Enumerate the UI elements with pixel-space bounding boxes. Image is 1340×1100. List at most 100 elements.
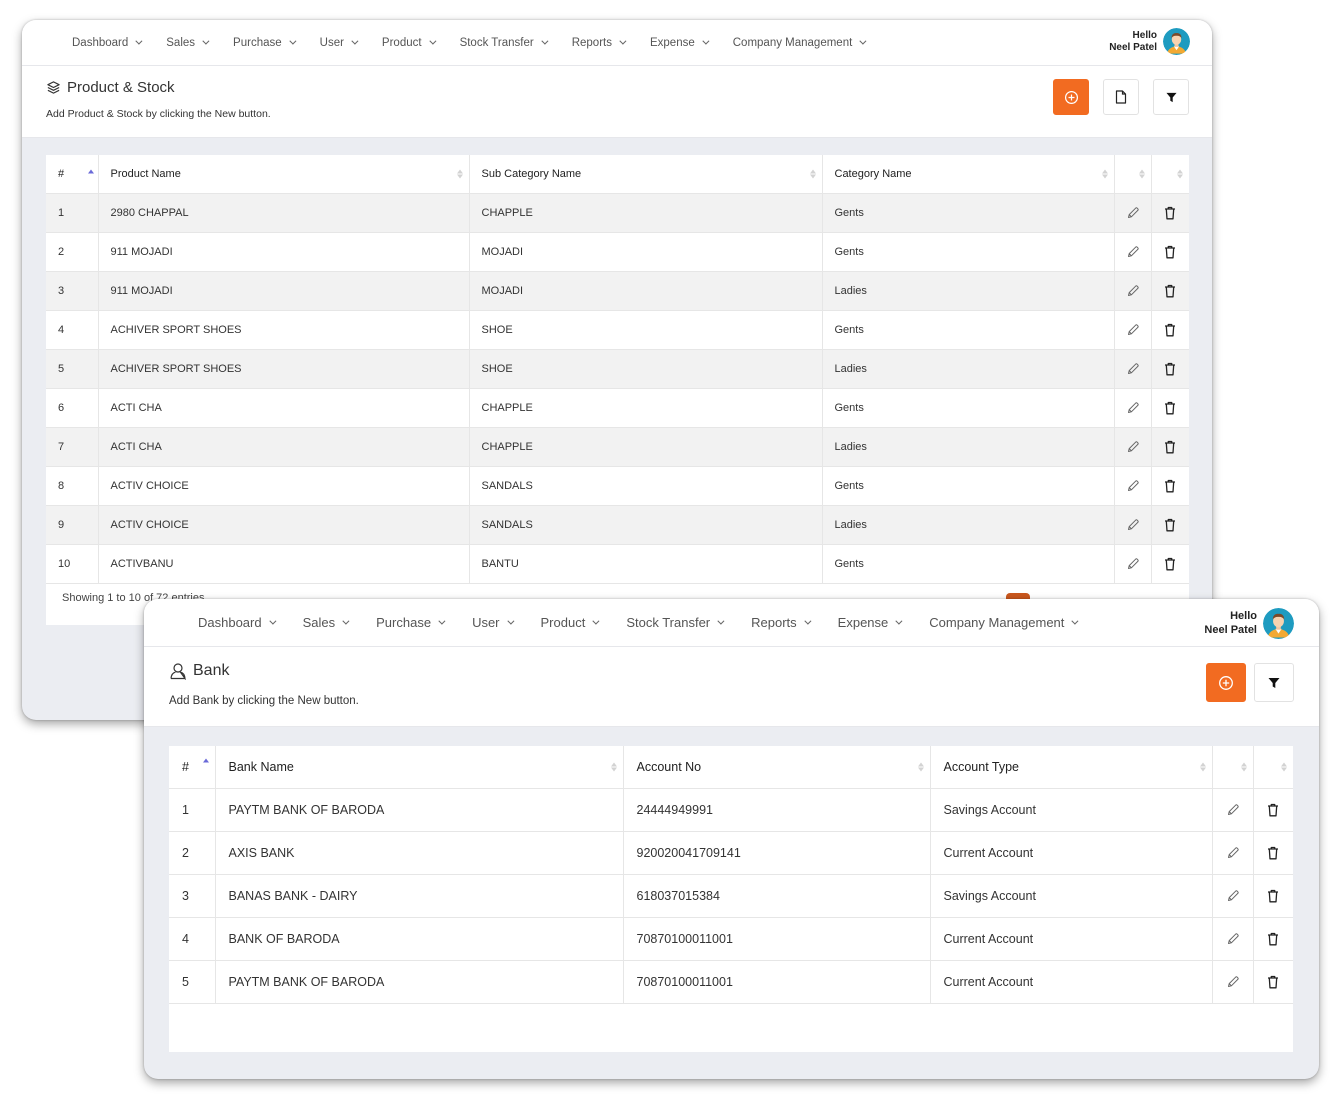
edit-pencil-icon[interactable] bbox=[1126, 440, 1140, 454]
cell-no: 7 bbox=[46, 427, 99, 467]
sort-icon[interactable] bbox=[1281, 762, 1287, 772]
delete-trash-icon[interactable] bbox=[1267, 803, 1279, 817]
cell-category: Ladies bbox=[822, 505, 1115, 545]
column-label: # bbox=[182, 759, 189, 774]
sort-icon[interactable] bbox=[1138, 169, 1145, 179]
cell-product: ACTIVBANU bbox=[98, 544, 470, 584]
nav-reports[interactable]: Reports bbox=[751, 615, 812, 630]
nav-expense[interactable]: Expense bbox=[838, 615, 903, 630]
delete-cell bbox=[1151, 232, 1189, 272]
edit-pencil-icon[interactable] bbox=[1126, 518, 1140, 532]
sort-icon[interactable] bbox=[1199, 762, 1206, 772]
cell-bank: PAYTM BANK OF BARODA bbox=[215, 960, 624, 1004]
delete-trash-icon[interactable] bbox=[1267, 846, 1279, 860]
user-menu[interactable]: Hello Neel Patel bbox=[1204, 608, 1294, 639]
column-header-number[interactable]: # bbox=[46, 155, 99, 194]
column-header-number[interactable]: # bbox=[169, 746, 216, 789]
nav-product[interactable]: Product bbox=[382, 37, 437, 49]
delete-trash-icon[interactable] bbox=[1164, 245, 1176, 259]
nav-label: Purchase bbox=[376, 615, 432, 630]
column-header-edit[interactable] bbox=[1212, 746, 1254, 789]
edit-cell bbox=[1212, 788, 1254, 832]
chevron-down-icon bbox=[717, 617, 725, 625]
column-header-sub-category[interactable]: Sub Category Name bbox=[469, 155, 823, 194]
cell-account-no: 70870100011001 bbox=[623, 960, 931, 1004]
column-header-product-name[interactable]: Product Name bbox=[98, 155, 470, 194]
column-header-category[interactable]: Category Name bbox=[822, 155, 1115, 194]
sort-icon[interactable] bbox=[917, 762, 924, 772]
new-button[interactable] bbox=[1053, 79, 1089, 115]
delete-trash-icon[interactable] bbox=[1164, 401, 1176, 415]
edit-pencil-icon[interactable] bbox=[1226, 803, 1240, 817]
edit-pencil-icon[interactable] bbox=[1226, 846, 1240, 860]
edit-pencil-icon[interactable] bbox=[1126, 362, 1140, 376]
new-button[interactable] bbox=[1206, 663, 1246, 702]
sort-asc-icon[interactable] bbox=[202, 758, 209, 767]
avatar[interactable] bbox=[1163, 28, 1190, 55]
column-header-bank-name[interactable]: Bank Name bbox=[215, 746, 624, 789]
edit-cell bbox=[1114, 388, 1152, 428]
column-header-delete[interactable] bbox=[1253, 746, 1293, 789]
cell-no: 4 bbox=[46, 310, 99, 350]
avatar[interactable] bbox=[1263, 608, 1294, 639]
cell-bank: BANAS BANK - DAIRY bbox=[215, 874, 624, 918]
delete-trash-icon[interactable] bbox=[1164, 323, 1176, 337]
sort-icon[interactable] bbox=[1240, 762, 1247, 772]
delete-trash-icon[interactable] bbox=[1164, 518, 1176, 532]
sort-icon[interactable] bbox=[456, 169, 463, 179]
nav-company-management[interactable]: Company Management bbox=[733, 37, 867, 49]
user-menu[interactable]: Hello Neel Patel bbox=[1109, 28, 1190, 55]
nav-sales[interactable]: Sales bbox=[166, 37, 210, 49]
filter-button[interactable] bbox=[1153, 79, 1189, 115]
edit-pencil-icon[interactable] bbox=[1126, 206, 1140, 220]
chevron-down-icon bbox=[895, 617, 903, 625]
filter-button[interactable] bbox=[1254, 663, 1294, 702]
nav-dashboard[interactable]: Dashboard bbox=[72, 37, 143, 49]
column-header-account-type[interactable]: Account Type bbox=[930, 746, 1213, 789]
sort-asc-icon[interactable] bbox=[87, 169, 94, 178]
nav-stock-transfer[interactable]: Stock Transfer bbox=[626, 615, 725, 630]
edit-pencil-icon[interactable] bbox=[1126, 284, 1140, 298]
column-header-account-no[interactable]: Account No bbox=[623, 746, 931, 789]
edit-pencil-icon[interactable] bbox=[1226, 975, 1240, 989]
nav-dashboard[interactable]: Dashboard bbox=[198, 615, 277, 630]
nav-company-management[interactable]: Company Management bbox=[929, 615, 1079, 630]
delete-trash-icon[interactable] bbox=[1164, 362, 1176, 376]
column-header-edit[interactable] bbox=[1114, 155, 1152, 194]
edit-pencil-icon[interactable] bbox=[1226, 889, 1240, 903]
table-row: 1 PAYTM BANK OF BARODA 24444949991 Savings … bbox=[169, 788, 1293, 832]
sort-icon[interactable] bbox=[1101, 169, 1108, 179]
edit-pencil-icon[interactable] bbox=[1126, 479, 1140, 493]
delete-trash-icon[interactable] bbox=[1164, 284, 1176, 298]
sort-icon[interactable] bbox=[610, 762, 617, 772]
delete-trash-icon[interactable] bbox=[1267, 932, 1279, 946]
nav-reports[interactable]: Reports bbox=[572, 37, 627, 49]
edit-pencil-icon[interactable] bbox=[1126, 401, 1140, 415]
nav-product[interactable]: Product bbox=[541, 615, 600, 630]
column-label: Category Name bbox=[834, 167, 912, 180]
delete-trash-icon[interactable] bbox=[1267, 975, 1279, 989]
sort-icon[interactable] bbox=[809, 169, 816, 179]
edit-pencil-icon[interactable] bbox=[1126, 557, 1140, 571]
nav-expense[interactable]: Expense bbox=[650, 37, 710, 49]
cell-bank: PAYTM BANK OF BARODA bbox=[215, 788, 624, 832]
nav-sales[interactable]: Sales bbox=[303, 615, 350, 630]
sort-icon[interactable] bbox=[1177, 169, 1183, 179]
column-header-delete[interactable] bbox=[1151, 155, 1189, 194]
nav-user[interactable]: User bbox=[472, 615, 514, 630]
nav-stock-transfer[interactable]: Stock Transfer bbox=[460, 37, 549, 49]
edit-pencil-icon[interactable] bbox=[1126, 245, 1140, 259]
table-header-row: # Bank Name Account No Account Type bbox=[169, 746, 1293, 789]
delete-trash-icon[interactable] bbox=[1164, 206, 1176, 220]
delete-trash-icon[interactable] bbox=[1164, 440, 1176, 454]
delete-trash-icon[interactable] bbox=[1164, 479, 1176, 493]
delete-cell bbox=[1151, 271, 1189, 311]
edit-pencil-icon[interactable] bbox=[1226, 932, 1240, 946]
edit-pencil-icon[interactable] bbox=[1126, 323, 1140, 337]
delete-trash-icon[interactable] bbox=[1267, 889, 1279, 903]
nav-user[interactable]: User bbox=[320, 37, 359, 49]
delete-trash-icon[interactable] bbox=[1164, 557, 1176, 571]
nav-purchase[interactable]: Purchase bbox=[233, 37, 297, 49]
export-button[interactable] bbox=[1103, 79, 1139, 115]
nav-purchase[interactable]: Purchase bbox=[376, 615, 446, 630]
